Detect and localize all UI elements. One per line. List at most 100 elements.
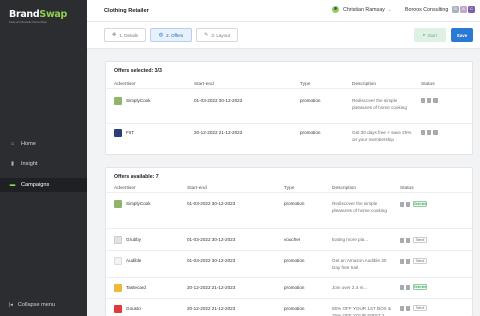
offer-type: promotion xyxy=(300,130,321,135)
org-name[interactable]: Boroos Consulting xyxy=(405,7,448,13)
date-range: 01-03-2022 30-12-2023 xyxy=(187,201,236,206)
offer-type: voucher xyxy=(284,237,301,242)
pencil-icon: ✎ xyxy=(204,32,209,38)
sidebar-item-home[interactable]: ⌂ Home xyxy=(0,137,87,151)
advertiser-name: Gousto xyxy=(126,306,141,311)
table-row[interactable]: FIIT 20-12-2022 21-12-2023 promotion Get… xyxy=(106,124,472,154)
table-header: Advertiser Start-end Type Description St… xyxy=(106,81,472,89)
copy-icon[interactable] xyxy=(400,258,404,264)
select-toggle[interactable]: Selected xyxy=(413,284,427,290)
advertiser-name: Tastecard xyxy=(126,285,146,290)
status-actions: Selected xyxy=(400,284,427,290)
offer-description: Join over 2.4 m... xyxy=(332,285,368,290)
page-title: Clothing Retailer xyxy=(104,8,149,14)
collapse-icon: |◂ xyxy=(9,302,13,308)
tab-details[interactable]: ✥ 1. Details xyxy=(104,28,146,42)
column-header: Advertiser xyxy=(114,186,136,191)
select-toggle[interactable]: Select xyxy=(413,258,427,264)
offer-description: Get an Amazon Audible 30 Day free trail xyxy=(332,258,387,271)
select-toggle[interactable]: Select xyxy=(413,237,427,243)
move-icon[interactable] xyxy=(433,130,438,135)
avatar xyxy=(332,6,339,13)
save-button[interactable]: Save xyxy=(451,28,473,42)
offers-selected-card: Offers selected: 3/3 Advertiser Start-en… xyxy=(105,61,473,155)
status-actions: Select xyxy=(400,305,427,311)
trash-icon[interactable] xyxy=(406,258,410,264)
table-row[interactable]: Tastecard 20-12-2022 21-12-2023 promotio… xyxy=(106,278,472,299)
advertiser-name: Grubby xyxy=(126,237,142,242)
table-header: Advertiser Start-end Type Description St… xyxy=(106,185,472,193)
column-header: Status xyxy=(400,186,414,191)
offers-selected-title: Offers selected: 3/3 xyxy=(114,68,162,74)
select-toggle[interactable]: Select xyxy=(413,305,427,311)
advertiser-logo xyxy=(114,200,122,208)
status-actions: Selected xyxy=(400,201,427,207)
trash-icon[interactable] xyxy=(406,237,410,243)
copy-icon[interactable] xyxy=(400,305,404,311)
play-icon: ▸ xyxy=(423,32,426,37)
select-toggle[interactable]: Selected xyxy=(413,201,427,207)
org-badge[interactable]: B xyxy=(452,6,459,13)
table-row[interactable]: Grubby 01-03-2022 30-12-2023 voucher Eat… xyxy=(106,229,472,251)
status-actions: Select xyxy=(400,258,427,264)
advertiser-name: SimplyCook xyxy=(126,201,151,206)
column-header: Description xyxy=(352,82,376,87)
offer-type: promotion xyxy=(284,285,305,290)
folder-icon: ▬ xyxy=(9,182,16,188)
sidebar-item-label: Insight xyxy=(21,161,38,167)
user-menu[interactable]: Christian Ramsay ⌄ xyxy=(332,6,391,13)
offer-type: promotion xyxy=(300,98,321,103)
table-row[interactable]: Audible 01-03-2022 30-12-2023 promotion … xyxy=(106,251,472,278)
column-header: Description xyxy=(332,186,356,191)
move-icon[interactable] xyxy=(433,98,438,103)
home-icon: ⌂ xyxy=(10,141,15,147)
copy-icon[interactable] xyxy=(400,284,404,290)
collapse-menu-button[interactable]: |◂ Collapse menu xyxy=(9,302,55,308)
status-actions xyxy=(421,130,440,135)
sidebar-item-label: Campaigns xyxy=(21,182,50,188)
column-header: Type xyxy=(300,82,311,87)
offer-description: Rediscover the simple pleasures of home … xyxy=(352,98,407,111)
date-range: 20-12-2022 21-12-2023 xyxy=(187,285,236,290)
trash-icon[interactable] xyxy=(406,201,410,207)
table-row[interactable]: Gousto 20-12-2022 21-12-2023 promotion 6… xyxy=(106,299,472,316)
offer-description: 65% OFF YOUR 1ST BOX & 25% OFF YOUR FIRS… xyxy=(332,306,392,316)
org-badge[interactable]: C xyxy=(468,6,475,13)
brand-logo[interactable]: BrandSwap xyxy=(9,9,67,20)
start-button[interactable]: ▸ Start xyxy=(414,28,446,42)
date-range: 20-12-2022 21-12-2023 xyxy=(187,306,236,311)
column-header: Type xyxy=(284,186,295,191)
tab-offers[interactable]: ◍ 2. Offers xyxy=(150,28,192,42)
date-range: 01-03-2022 30-12-2023 xyxy=(194,98,243,103)
date-range: 20-12-2022 21-12-2023 xyxy=(194,130,243,135)
user-name: Christian Ramsay xyxy=(343,6,385,13)
org-badge[interactable]: A xyxy=(460,6,467,13)
table-row[interactable]: SimplyCook 01-03-2022 30-12-2023 promoti… xyxy=(106,90,472,124)
tab-layout[interactable]: ✎ 3. Layout xyxy=(196,28,238,42)
advertiser-logo xyxy=(114,129,122,137)
offers-available-card: Offers available: 7 Advertiser Start-end… xyxy=(105,167,473,316)
copy-icon[interactable] xyxy=(421,130,425,135)
sidebar-item-campaigns[interactable]: ▬ Campaigns xyxy=(0,178,87,192)
column-header: Start-end xyxy=(194,82,214,87)
offer-type: promotion xyxy=(284,306,305,311)
top-bar: Clothing Retailer Christian Ramsay ⌄ Bor… xyxy=(87,0,480,22)
chevron-down-icon: ⌄ xyxy=(387,7,392,12)
trash-icon[interactable] xyxy=(406,305,410,311)
sidebar: BrandSwap Swap and Rewards Partnerships … xyxy=(0,0,87,316)
trash-icon[interactable] xyxy=(427,130,431,135)
date-range: 01-03-2022 30-12-2023 xyxy=(187,237,236,242)
bar-chart-icon: ▮ xyxy=(10,161,15,167)
sidebar-item-insight[interactable]: ▮ Insight xyxy=(0,157,87,171)
copy-icon[interactable] xyxy=(400,237,404,243)
step-tabs: ✥ 1. Details ◍ 2. Offers ✎ 3. Layout ▸ S… xyxy=(87,22,480,49)
table-row[interactable]: SimplyCook 01-03-2022 30-12-2023 promoti… xyxy=(106,194,472,229)
column-header: Advertiser xyxy=(114,82,136,87)
copy-icon[interactable] xyxy=(421,98,425,103)
trash-icon[interactable] xyxy=(427,98,431,103)
offer-type: promotion xyxy=(284,201,305,206)
copy-icon[interactable] xyxy=(400,201,404,207)
trash-icon[interactable] xyxy=(406,284,410,290)
advertiser-name: SimplyCook xyxy=(126,98,151,103)
date-range: 01-03-2022 30-12-2023 xyxy=(187,258,236,263)
